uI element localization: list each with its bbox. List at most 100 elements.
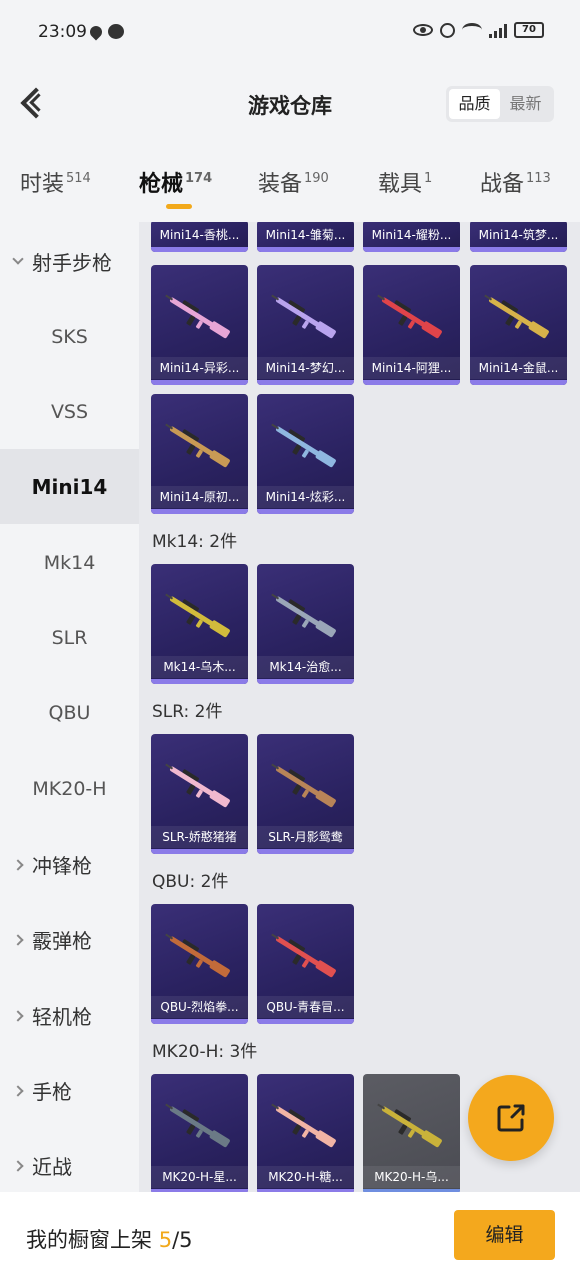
item-card[interactable]: Mini14-炫彩... bbox=[257, 394, 354, 514]
item-card[interactable]: MK20-H-糖... bbox=[257, 1074, 354, 1192]
item-label: SLR-娇憨猪猪 bbox=[151, 826, 248, 848]
item-label: Mini14-阿狸... bbox=[363, 357, 460, 379]
chevron-right-icon bbox=[12, 1009, 24, 1022]
rifle-icon bbox=[484, 294, 549, 339]
share-button[interactable] bbox=[468, 1075, 554, 1161]
item-card[interactable]: Mini14-香桃... bbox=[151, 222, 248, 252]
sidebar-group-marksman[interactable]: 射手步枪 bbox=[0, 224, 139, 299]
item-card[interactable]: Mini14-金鼠... bbox=[470, 265, 567, 385]
item-card[interactable]: Mini14-原初... bbox=[151, 394, 248, 514]
item-label: Mini14-雏菊... bbox=[265, 228, 346, 242]
section-title: SLR: 2件 bbox=[152, 702, 223, 722]
sidebar-item-qbu[interactable]: QBU bbox=[0, 675, 139, 750]
section-title: QBU: 2件 bbox=[152, 872, 229, 892]
heart-icon bbox=[87, 23, 105, 41]
item-label: Mini14-耀粉... bbox=[371, 228, 452, 242]
section-title: MK20-H: 3件 bbox=[152, 1042, 258, 1062]
category-tabs: 时装 514 枪械 174 装备 190 载具 1 战备 113 bbox=[0, 146, 580, 222]
item-label: Mini14-筑梦... bbox=[478, 228, 559, 242]
item-card[interactable]: Mini14-异彩... bbox=[151, 265, 248, 385]
tab-fashion[interactable]: 时装 514 bbox=[20, 166, 91, 198]
sidebar-group-shotgun[interactable]: 霰弹枪 bbox=[0, 902, 139, 977]
sidebar-group-smg[interactable]: 冲锋枪 bbox=[0, 827, 139, 902]
sidebar-item-mk14[interactable]: Mk14 bbox=[0, 525, 139, 600]
app-header: 游戏仓库 品质 最新 bbox=[0, 62, 580, 146]
eye-icon bbox=[413, 24, 433, 36]
weapon-sidebar: 射手步枪 SKS VSS Mini14 Mk14 SLR QBU MK20-H … bbox=[0, 222, 139, 1192]
item-label: Mini14-金鼠... bbox=[470, 357, 567, 379]
sidebar-item-vss[interactable]: VSS bbox=[0, 374, 139, 449]
chevron-right-icon bbox=[12, 933, 24, 946]
item-label: Mk14-治愈... bbox=[257, 656, 354, 678]
item-card[interactable]: QBU-烈焰拳... bbox=[151, 904, 248, 1024]
rifle-icon bbox=[165, 1103, 230, 1148]
item-label: MK20-H-乌... bbox=[363, 1166, 460, 1188]
rifle-icon bbox=[377, 1103, 442, 1148]
share-icon bbox=[497, 1104, 525, 1132]
section-title: Mk14: 2件 bbox=[152, 532, 238, 552]
item-label: Mini14-原初... bbox=[151, 486, 248, 508]
item-card[interactable]: QBU-青春冒... bbox=[257, 904, 354, 1024]
item-label: QBU-青春冒... bbox=[257, 996, 354, 1018]
rifle-icon bbox=[271, 763, 336, 808]
chevron-down-icon bbox=[12, 252, 24, 265]
sidebar-group-lmg[interactable]: 轻机枪 bbox=[0, 978, 139, 1053]
rifle-icon bbox=[377, 294, 442, 339]
sidebar-item-slr[interactable]: SLR bbox=[0, 600, 139, 675]
rifle-icon bbox=[165, 763, 230, 808]
sidebar-group-pistol[interactable]: 手枪 bbox=[0, 1053, 139, 1128]
rifle-icon bbox=[165, 933, 230, 978]
item-label: SLR-月影鸳鸯 bbox=[257, 826, 354, 848]
item-card[interactable]: Mini14-阿狸... bbox=[363, 265, 460, 385]
item-card[interactable]: Mini14-筑梦... bbox=[470, 222, 567, 252]
alarm-icon bbox=[440, 22, 455, 38]
item-label: Mini14-炫彩... bbox=[257, 486, 354, 508]
status-time: 23:09 bbox=[38, 22, 87, 42]
rifle-icon bbox=[165, 593, 230, 638]
rifle-icon bbox=[165, 423, 230, 468]
sidebar-item-mini14[interactable]: Mini14 bbox=[0, 449, 139, 524]
edit-button[interactable]: 编辑 bbox=[454, 1210, 555, 1260]
item-grid: Mini14-香桃... Mini14-雏菊... Mini14-耀粉... M… bbox=[139, 222, 580, 1192]
chevron-right-icon bbox=[12, 858, 24, 871]
item-label: MK20-H-星... bbox=[151, 1166, 248, 1188]
tab-supplies[interactable]: 战备 113 bbox=[480, 166, 551, 198]
tab-indicator bbox=[166, 204, 192, 209]
sort-newest-button[interactable]: 最新 bbox=[500, 89, 551, 119]
item-card[interactable]: Mk14-乌木... bbox=[151, 564, 248, 684]
rifle-icon bbox=[271, 933, 336, 978]
item-card[interactable]: Mk14-治愈... bbox=[257, 564, 354, 684]
item-label: Mk14-乌木... bbox=[151, 656, 248, 678]
rifle-icon bbox=[165, 294, 230, 339]
item-label: Mini14-香桃... bbox=[159, 228, 240, 242]
tab-guns[interactable]: 枪械 174 bbox=[139, 166, 212, 198]
item-label: MK20-H-糖... bbox=[257, 1166, 354, 1188]
item-card[interactable]: SLR-月影鸳鸯 bbox=[257, 734, 354, 854]
item-label: Mini14-梦幻... bbox=[257, 357, 354, 379]
rifle-icon bbox=[271, 593, 336, 638]
bottom-bar: 我的橱窗上架 5/5 编辑 bbox=[0, 1192, 580, 1280]
item-label: Mini14-异彩... bbox=[151, 357, 248, 379]
sidebar-item-sks[interactable]: SKS bbox=[0, 299, 139, 374]
rifle-icon bbox=[271, 1103, 336, 1148]
item-card[interactable]: SLR-娇憨猪猪 bbox=[151, 734, 248, 854]
item-card[interactable]: Mini14-雏菊... bbox=[257, 222, 354, 252]
wifi-icon bbox=[462, 23, 482, 37]
tab-equipment[interactable]: 装备 190 bbox=[258, 166, 329, 198]
signal-icon bbox=[489, 23, 507, 38]
battery-icon: 70 bbox=[514, 22, 544, 38]
item-card[interactable]: MK20-H-星... bbox=[151, 1074, 248, 1192]
status-bar: 23:09 70 bbox=[0, 0, 580, 62]
tab-vehicles[interactable]: 载具 1 bbox=[378, 166, 432, 198]
item-label: QBU-烈焰拳... bbox=[151, 996, 248, 1018]
sort-quality-button[interactable]: 品质 bbox=[449, 89, 500, 119]
item-card[interactable]: Mini14-耀粉... bbox=[363, 222, 460, 252]
rifle-icon bbox=[271, 423, 336, 468]
chevron-right-icon bbox=[12, 1084, 24, 1097]
item-card[interactable]: Mini14-梦幻... bbox=[257, 265, 354, 385]
item-card[interactable]: MK20-H-乌... bbox=[363, 1074, 460, 1192]
sidebar-item-mk20h[interactable]: MK20-H bbox=[0, 751, 139, 826]
sort-toggle: 品质 最新 bbox=[446, 86, 554, 122]
showcase-status: 我的橱窗上架 5/5 bbox=[26, 1228, 193, 1252]
chevron-right-icon bbox=[12, 1159, 24, 1172]
